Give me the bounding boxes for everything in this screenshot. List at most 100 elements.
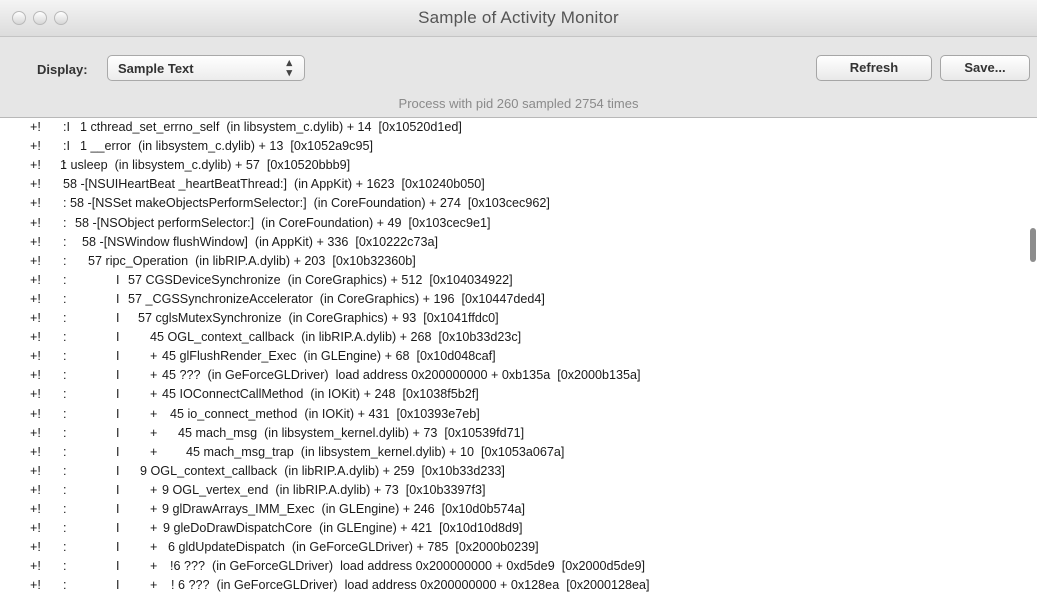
tree-guide: : <box>63 291 67 306</box>
sample-line: +!: I + ! 6 ??? (in GeForceGLDriver) load a… <box>0 577 1030 594</box>
sample-line: +!: I +45 io_connect_method (in IOKit) + 4… <box>0 406 1030 423</box>
tree-guide: : <box>63 387 67 402</box>
tree-guide: : <box>63 330 67 345</box>
tree-guide: I <box>116 349 120 364</box>
sample-line: +!: I +45 mach_msg (in libsystem_kernel.dy… <box>0 425 1030 442</box>
tree-guide: : <box>63 444 67 459</box>
line-marker: +! <box>30 578 41 593</box>
sample-line-text: 45 OGL_context_callback (in libRIP.A.dyl… <box>150 330 522 345</box>
sample-line: +!: I +45 IOConnectCallMethod (in IOKit) +… <box>0 386 1030 403</box>
save-button[interactable]: Save... <box>940 55 1030 81</box>
sample-line: +!: I +45 glFlushRender_Exec (in GLEngine)… <box>0 348 1030 365</box>
tree-guide: : <box>63 521 67 536</box>
sample-line-text: 57 CGSDeviceSynchronize (in CoreGraphics… <box>128 272 513 287</box>
tree-guide: : <box>63 368 67 383</box>
tree-guide: I <box>116 330 120 345</box>
sample-line-text: 45 ??? (in GeForceGLDriver) load address… <box>162 368 641 383</box>
sample-line-text: ! 6 ??? (in GeForceGLDriver) load addres… <box>171 578 650 593</box>
tree-guide: : <box>63 559 67 574</box>
tree-guide: : <box>63 406 67 421</box>
line-marker: +! <box>30 425 41 440</box>
tree-guide: : <box>63 502 67 516</box>
sample-line: +!: I 57 CGSDeviceSynchronize (in CoreGrap… <box>0 272 1030 289</box>
tree-plus: + <box>150 387 158 402</box>
tree-plus: + <box>150 482 158 497</box>
tree-plus: + <box>150 406 158 421</box>
sample-line-text: !6 ??? (in GeForceGLDriver) load address… <box>170 559 646 574</box>
tree-plus: + <box>150 444 158 459</box>
tree-guide: I <box>116 272 120 287</box>
line-marker: +! <box>30 291 41 306</box>
sample-line-text: 9 OGL_vertex_end (in libRIP.A.dylib) + 7… <box>162 482 486 497</box>
line-marker: +! <box>30 272 41 287</box>
sample-line-text: 1 __error (in libsystem_c.dylib) + 13 [0… <box>80 139 373 154</box>
tree-guide: I <box>116 559 120 574</box>
sample-line-text: 45 mach_msg (in libsystem_kernel.dylib) … <box>178 425 525 440</box>
select-arrows-icon: ▴ ▾ <box>286 57 292 79</box>
sample-line: +!: I + !6 ??? (in GeForceGLDriver) load ad… <box>0 558 1030 575</box>
refresh-button[interactable]: Refresh <box>816 55 932 81</box>
sample-line: +!: I 57 cglsMutexSynchronize (in CoreGrap… <box>0 310 1030 327</box>
line-marker: +! <box>30 502 41 516</box>
sample-line-text: 6 gldUpdateDispatch (in GeForceGLDriver)… <box>168 540 539 555</box>
sample-line: +!: I 9 OGL_context_callback (in libRIP.A.… <box>0 463 1030 480</box>
tree-guide: I <box>116 368 120 383</box>
display-select[interactable]: Sample Text ▴ ▾ <box>107 55 305 81</box>
line-marker: +! <box>30 406 41 421</box>
tree-guide: : <box>63 234 67 249</box>
line-marker: +! <box>30 158 41 173</box>
sample-line: +!:58 -[NSSet makeObjectsPerformSelector… <box>0 195 1030 212</box>
tree-guide: : <box>63 253 67 268</box>
sample-line-text: 9 gleDoDrawDispatchCore (in GLEngine) + … <box>163 521 523 536</box>
line-marker: +! <box>30 349 41 364</box>
tree-guide: : <box>63 482 67 497</box>
sample-line-text: 58 -[NSWindow flushWindow] (in AppKit) +… <box>82 234 438 249</box>
tree-guide: I <box>116 521 120 536</box>
tree-guide: : <box>63 196 67 211</box>
toolbar: Display: Sample Text ▴ ▾ Refresh Save... … <box>0 37 1037 118</box>
sample-line: +!: I 45 OGL_context_callback (in libRIP.A… <box>0 329 1030 346</box>
tree-guide: I <box>116 482 120 497</box>
line-marker: +! <box>30 196 41 211</box>
title-bar: Sample of Activity Monitor <box>0 0 1037 37</box>
tree-guide: I <box>116 578 120 593</box>
sample-line-text: 1 usleep (in libsystem_c.dylib) + 57 [0x… <box>60 158 351 173</box>
tree-guide: I <box>116 540 120 555</box>
tree-guide: I <box>116 387 120 402</box>
display-select-value: Sample Text <box>118 61 194 76</box>
sample-line: +!: I +45 ??? (in GeForceGLDriver) load ad… <box>0 367 1030 384</box>
sample-line: +!: I +9 OGL_vertex_end (in libRIP.A.dylib… <box>0 482 1030 499</box>
sample-line-text: 57 _CGSSynchronizeAccelerator (in CoreGr… <box>128 291 545 306</box>
line-marker: +! <box>30 253 41 268</box>
display-label: Display: <box>37 62 88 77</box>
tree-guide: : <box>63 578 67 593</box>
line-marker: +! <box>30 463 41 478</box>
sample-line-text: 58 -[NSSet makeObjectsPerformSelector:] … <box>70 196 550 211</box>
sample-line-text: 45 mach_msg_trap (in libsystem_kernel.dy… <box>186 444 565 459</box>
sample-line: +!:1 usleep (in libsystem_c.dylib) + 57 … <box>0 157 1030 174</box>
sample-line: +!: I +45 mach_msg_trap (in libsystem_kern… <box>0 444 1030 461</box>
line-marker: +! <box>30 177 41 192</box>
sample-line: +!:I 1 __error (in libsystem_c.dylib) + 1… <box>0 138 1030 155</box>
tree-plus: + <box>150 349 158 364</box>
sample-line: +!:I 1 cthread_set_errno_self (in libsyst… <box>0 119 1030 136</box>
sample-line: +!: I 57 _CGSSynchronizeAccelerator (in Co… <box>0 291 1030 308</box>
line-marker: +! <box>30 444 41 459</box>
tree-guide: : <box>63 463 67 478</box>
sample-line: +!: I +9 gleDoDrawDispatchCore (in GLEngin… <box>0 520 1030 537</box>
tree-plus: + <box>150 425 158 440</box>
sample-line-text: 45 io_connect_method (in IOKit) + 431 [0… <box>170 406 480 421</box>
tree-guide: I <box>116 291 120 306</box>
tree-guide: I <box>116 311 120 325</box>
scrollbar-thumb[interactable] <box>1030 228 1036 262</box>
window-title: Sample of Activity Monitor <box>418 8 619 27</box>
tree-guide: : <box>63 349 67 364</box>
sample-line: +!: I +6 gldUpdateDispatch (in GeForceGLDr… <box>0 539 1030 556</box>
sample-line-text: 9 glDrawArrays_IMM_Exec (in GLEngine) + … <box>162 502 525 516</box>
sample-text-view[interactable]: +!:I 1 cthread_set_errno_self (in libsyst… <box>0 118 1037 610</box>
process-info-text: Process with pid 260 sampled 2754 times <box>398 96 639 111</box>
tree-guide: :I <box>63 120 70 134</box>
sample-line-text: 57 ripc_Operation (in libRIP.A.dylib) + … <box>88 253 416 268</box>
tree-plus: + <box>150 368 158 383</box>
line-marker: +! <box>30 368 41 383</box>
